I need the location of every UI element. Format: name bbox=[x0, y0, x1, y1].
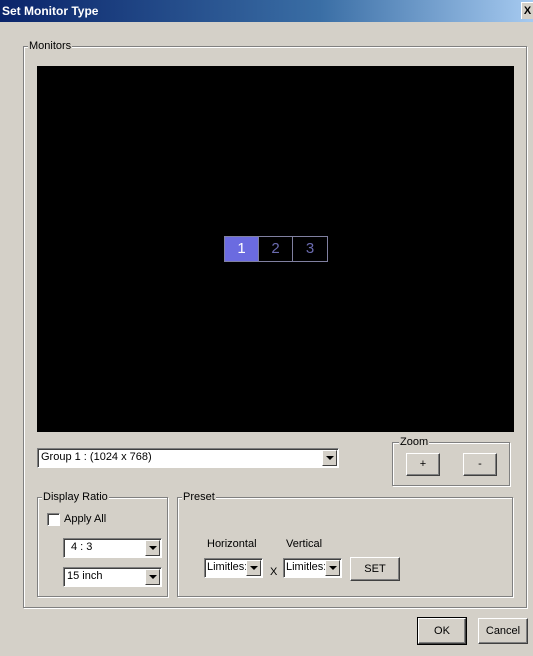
ratio-select[interactable]: 4 : 3 bbox=[63, 538, 162, 558]
chevron-down-icon[interactable] bbox=[246, 560, 261, 576]
monitor-2-cell[interactable]: 2 bbox=[259, 237, 293, 261]
horizontal-select-value: Limitles: bbox=[207, 561, 248, 573]
monitor-1-cell[interactable]: 1 bbox=[225, 237, 259, 261]
ok-button[interactable]: OK bbox=[418, 618, 466, 644]
vertical-select-value: Limitles: bbox=[286, 561, 327, 573]
zoom-out-button[interactable]: - bbox=[463, 453, 497, 476]
ratio-select-value: 4 : 3 bbox=[71, 541, 93, 553]
minus-icon: - bbox=[478, 458, 482, 470]
vertical-select[interactable]: Limitles: bbox=[283, 558, 342, 578]
set-button[interactable]: SET bbox=[350, 557, 400, 581]
group-select[interactable]: Group 1 : (1024 x 768) bbox=[37, 448, 339, 468]
horizontal-label: Horizontal bbox=[207, 538, 257, 550]
chevron-down-icon[interactable] bbox=[145, 569, 160, 585]
plus-icon: + bbox=[419, 458, 427, 470]
chevron-down-icon[interactable] bbox=[145, 540, 160, 556]
chevron-down-icon[interactable] bbox=[325, 560, 340, 576]
zoom-legend: Zoom bbox=[399, 436, 430, 449]
display-ratio-legend: Display Ratio bbox=[42, 491, 109, 504]
cancel-button[interactable]: Cancel bbox=[478, 618, 528, 644]
monitor-strip: 1 2 3 bbox=[224, 236, 328, 262]
monitor-size-select[interactable]: 15 inch bbox=[63, 567, 162, 587]
group-select-value: Group 1 : (1024 x 768) bbox=[41, 451, 152, 463]
close-icon: X bbox=[523, 5, 532, 17]
zoom-in-button[interactable]: + bbox=[406, 453, 440, 476]
cancel-button-label: Cancel bbox=[485, 625, 521, 637]
monitor-size-select-value: 15 inch bbox=[67, 570, 103, 582]
vertical-label: Vertical bbox=[286, 538, 323, 550]
close-button[interactable]: X bbox=[521, 2, 533, 19]
horizontal-select[interactable]: Limitles: bbox=[204, 558, 263, 578]
preset-legend: Preset bbox=[182, 491, 216, 504]
monitor-3-cell[interactable]: 3 bbox=[293, 237, 327, 261]
apply-all-label[interactable]: Apply All bbox=[64, 513, 106, 525]
times-label: X bbox=[270, 566, 278, 578]
window-title: Set Monitor Type bbox=[2, 4, 99, 18]
title-bar: Set Monitor Type X bbox=[0, 0, 533, 22]
ok-button-label: OK bbox=[434, 625, 450, 637]
monitors-legend: Monitors bbox=[28, 40, 73, 53]
apply-all-checkbox[interactable] bbox=[47, 513, 60, 526]
chevron-down-icon[interactable] bbox=[322, 450, 337, 466]
set-button-label: SET bbox=[364, 563, 386, 575]
